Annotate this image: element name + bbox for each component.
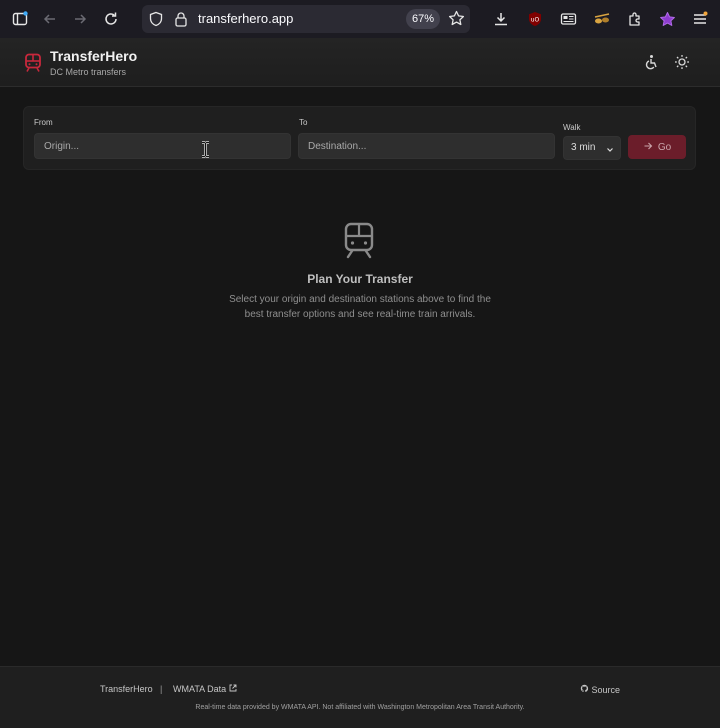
footer-brand-link[interactable]: TransferHero bbox=[100, 684, 153, 694]
footer: TransferHero | WMATA Data Source Real-ti… bbox=[0, 666, 720, 728]
app-header: TransferHero DC Metro transfers bbox=[0, 38, 720, 87]
from-label: From bbox=[34, 118, 53, 127]
destination-input[interactable] bbox=[298, 133, 555, 159]
lock-icon[interactable] bbox=[174, 11, 188, 32]
source-label: Source bbox=[591, 685, 621, 695]
wmata-data-link[interactable]: WMATA Data bbox=[173, 684, 237, 694]
forward-arrow-icon[interactable] bbox=[69, 8, 91, 30]
github-icon bbox=[580, 684, 592, 695]
ublock-extension-icon[interactable]: uO bbox=[524, 8, 546, 30]
source-link[interactable]: Source bbox=[580, 684, 620, 695]
theme-sun-icon[interactable] bbox=[673, 53, 691, 71]
app-subtitle: DC Metro transfers bbox=[50, 67, 127, 77]
app-title: TransferHero bbox=[50, 48, 138, 64]
reader-extension-icon[interactable] bbox=[557, 8, 579, 30]
url-text[interactable]: transferhero.app bbox=[198, 11, 293, 26]
external-link-icon bbox=[229, 684, 237, 694]
reload-icon[interactable] bbox=[100, 8, 122, 30]
walk-label: Walk bbox=[563, 123, 581, 132]
chevron-down-icon bbox=[605, 142, 615, 152]
walk-time-select[interactable]: 3 min bbox=[563, 136, 621, 160]
train-icon bbox=[342, 222, 376, 260]
back-arrow-icon[interactable] bbox=[39, 8, 61, 30]
empty-state-title: Plan Your Transfer bbox=[307, 272, 413, 286]
sidebar-toggle-icon[interactable] bbox=[9, 8, 31, 30]
svg-text:uO: uO bbox=[531, 17, 540, 24]
accessibility-icon[interactable] bbox=[642, 53, 660, 71]
footer-separator: | bbox=[160, 684, 163, 694]
extensions-puzzle-icon[interactable] bbox=[624, 8, 646, 30]
main-content: From To Walk 3 min Go Plan Your Transfer… bbox=[0, 87, 720, 666]
search-card: From To Walk 3 min Go bbox=[23, 106, 696, 170]
purple-star-extension-icon[interactable] bbox=[656, 8, 678, 30]
text-cursor-icon bbox=[201, 141, 210, 158]
shield-icon[interactable] bbox=[148, 11, 164, 32]
downloads-icon[interactable] bbox=[490, 8, 512, 30]
to-label: To bbox=[299, 118, 308, 127]
go-label: Go bbox=[657, 141, 672, 153]
train-logo-icon bbox=[24, 53, 42, 73]
url-bar[interactable]: transferhero.app 67% bbox=[142, 5, 470, 33]
origin-input[interactable] bbox=[34, 133, 291, 159]
browser-toolbar: transferhero.app 67% uO bbox=[0, 0, 720, 38]
empty-state-description: Select your origin and destination stati… bbox=[229, 294, 491, 320]
arrow-right-icon bbox=[643, 141, 653, 154]
footer-disclaimer: Real-time data provided by WMATA API. No… bbox=[195, 704, 525, 711]
menu-hamburger-icon[interactable] bbox=[689, 8, 711, 30]
go-button[interactable]: Go bbox=[628, 135, 686, 159]
sunglasses-extension-icon[interactable] bbox=[591, 8, 613, 30]
wmata-data-label: WMATA Data bbox=[173, 684, 227, 694]
bookmark-star-icon[interactable] bbox=[448, 10, 465, 32]
walk-time-value: 3 min bbox=[571, 142, 596, 153]
zoom-badge[interactable]: 67% bbox=[406, 9, 441, 29]
